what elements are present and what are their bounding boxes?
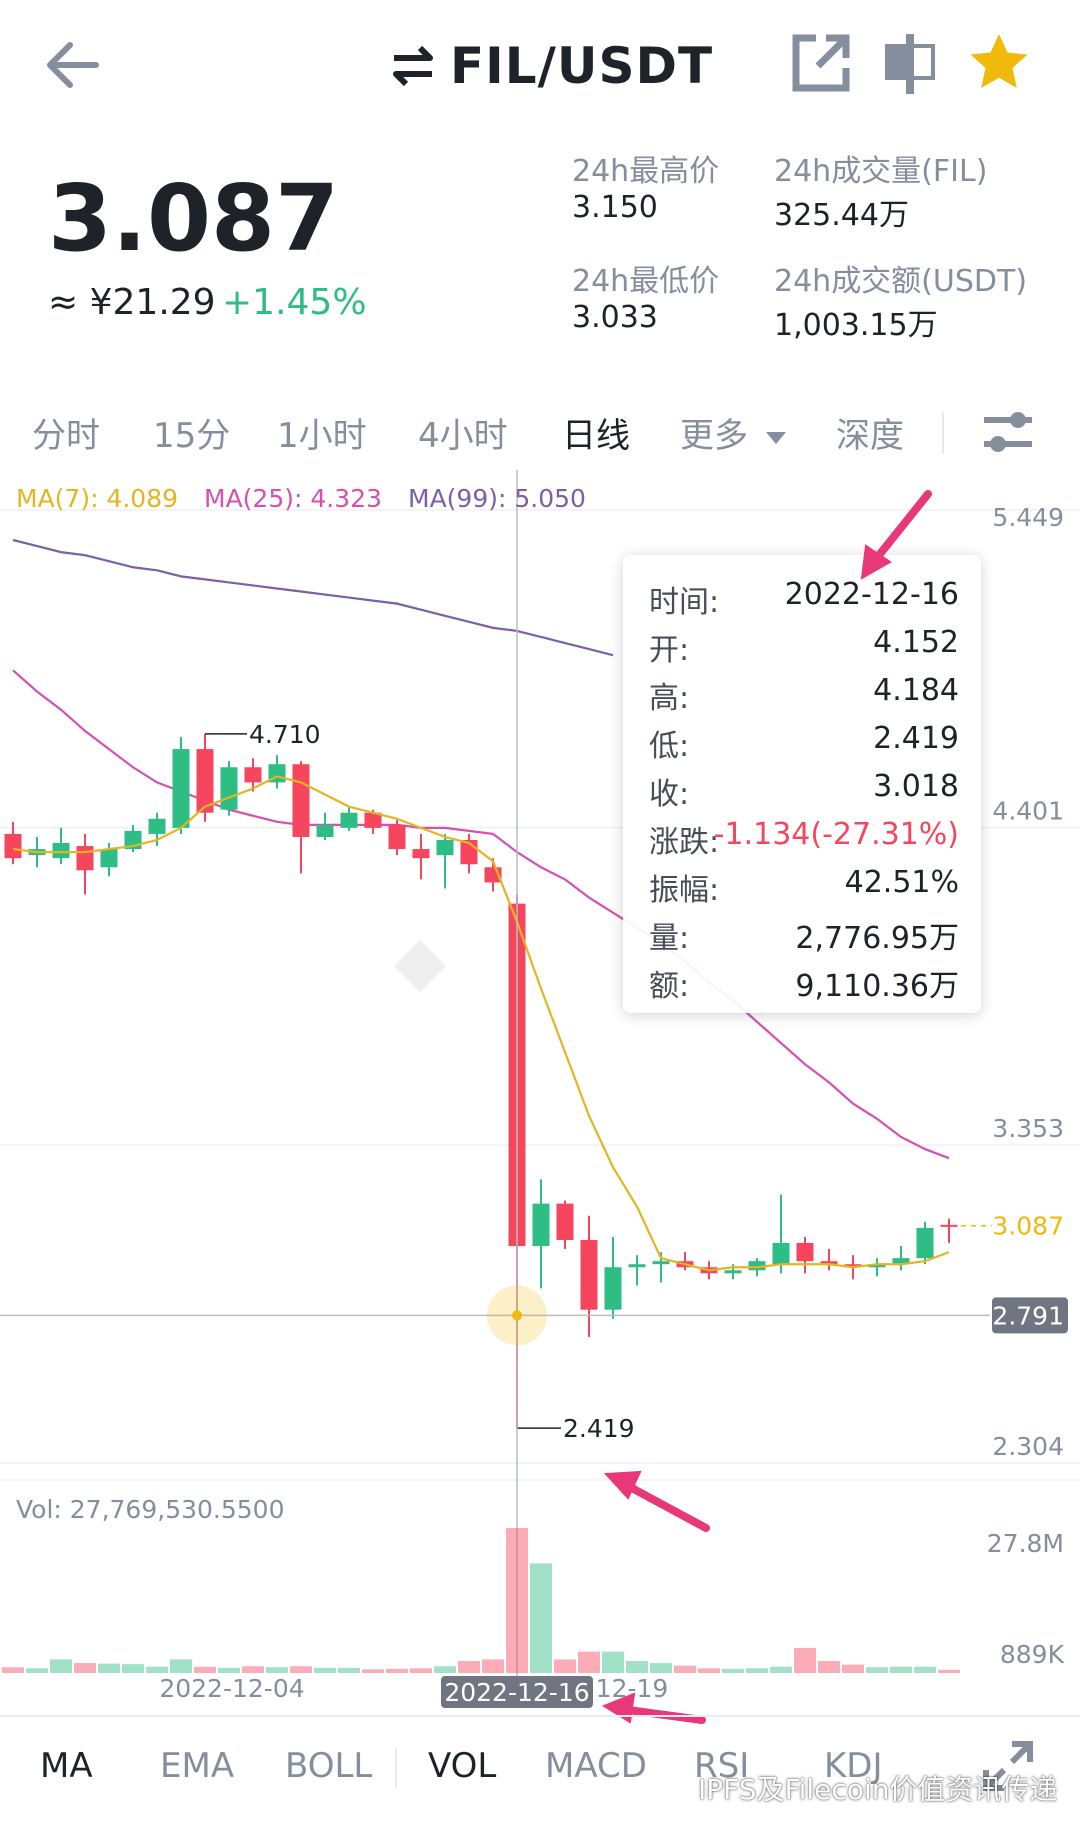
indicator-macd[interactable]: MACD: [545, 1746, 647, 1786]
arrow-date-icon: [601, 1692, 706, 1724]
arrow-tooltip-icon: [860, 490, 932, 580]
indicator-boll[interactable]: BOLL: [285, 1746, 372, 1786]
indicator-separator: [395, 1748, 397, 1788]
indicator-ema[interactable]: EMA: [160, 1746, 234, 1786]
watermark: IPFS及Filecoin价值资讯传递: [650, 1768, 1057, 1808]
indicator-ma[interactable]: MA: [40, 1746, 93, 1786]
watermark-text: IPFS及Filecoin价值资讯传递: [698, 1773, 1058, 1806]
indicator-vol[interactable]: VOL: [428, 1746, 496, 1786]
arrow-low-icon: [603, 1470, 710, 1532]
indicator-divider: [0, 1715, 1080, 1717]
annotation-arrows: [601, 490, 932, 1724]
wechat-icon: [650, 1772, 689, 1803]
